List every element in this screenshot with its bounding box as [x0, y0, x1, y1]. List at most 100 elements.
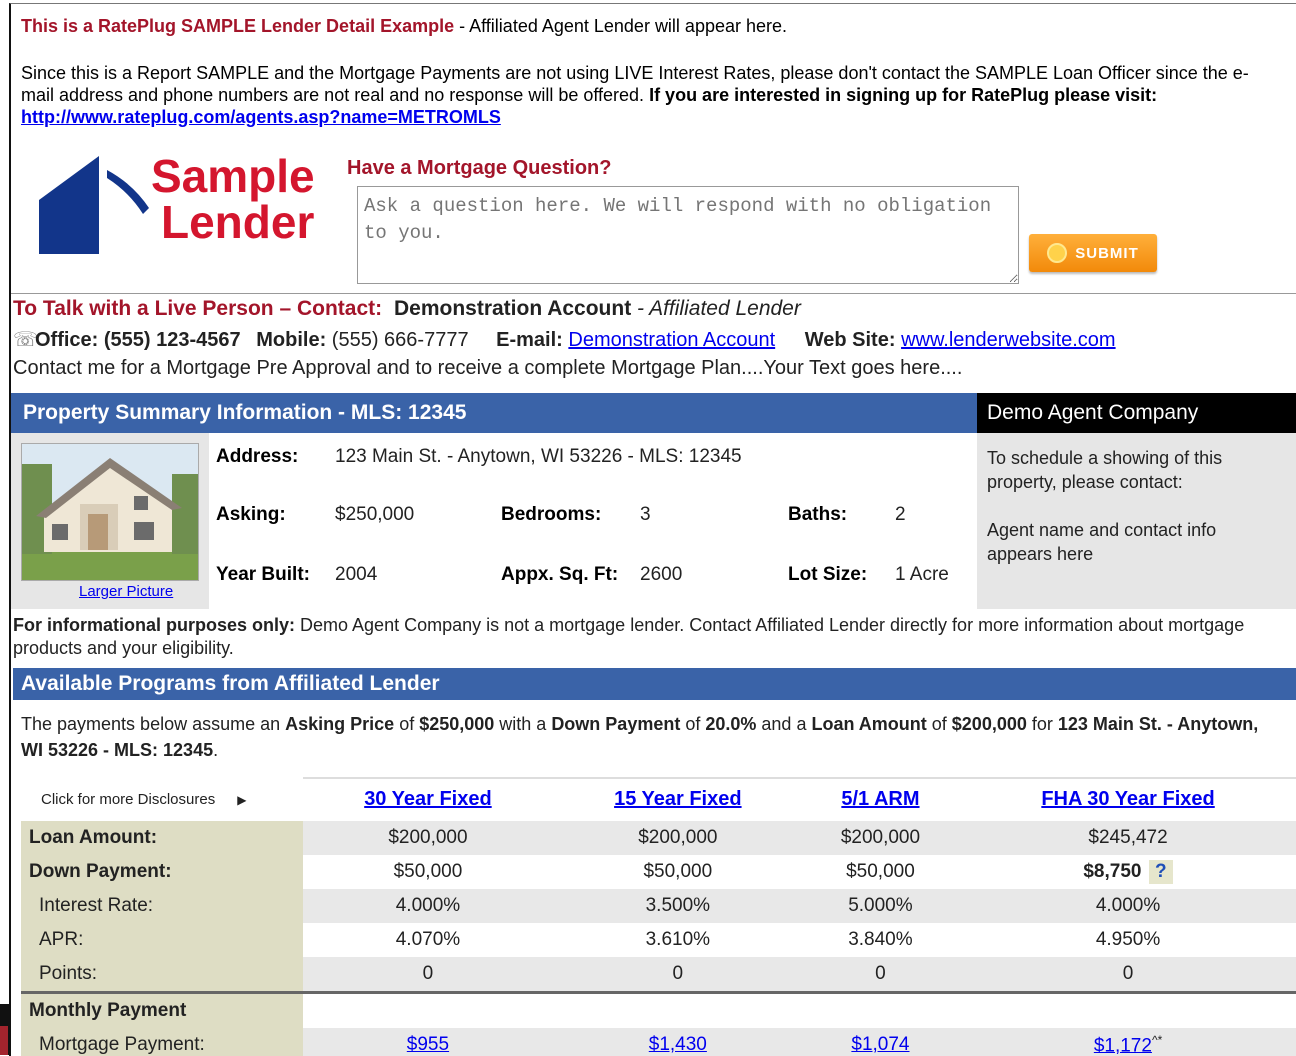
lender-detail-page: This is a RatePlug SAMPLE Lender Detail …: [9, 3, 1296, 1056]
asking-value: $250,000: [335, 504, 415, 525]
column-15-year-fixed[interactable]: 15 Year Fixed: [614, 788, 742, 810]
house-photo-icon: [22, 444, 198, 580]
agent-company-header: Demo Agent Company: [977, 393, 1296, 433]
loan-amount-label: Loan Amount:: [21, 821, 303, 855]
intro-segment: $250,000: [419, 714, 495, 734]
intro-segment: Loan Amount: [811, 714, 927, 734]
apr-30: 4.070%: [395, 929, 461, 950]
intro-segment: of: [680, 714, 706, 734]
disclosures-cell[interactable]: Click for more Disclosures ▶: [21, 777, 303, 821]
sample-lender-logo: Sample Lender: [37, 152, 337, 262]
larger-picture-link[interactable]: Larger Picture: [79, 583, 173, 600]
column-5-1-arm[interactable]: 5/1 ARM: [841, 788, 919, 810]
fha-footnote-mark: ^*: [1151, 1032, 1163, 1047]
mortgage-payment-30[interactable]: $955: [407, 1034, 449, 1055]
disclaimer-bold: For informational purposes only:: [13, 615, 296, 635]
apr-15: 3.610%: [645, 929, 711, 950]
contact-blurb: Contact me for a Mortgage Pre Approval a…: [13, 357, 963, 379]
programs-title: Available Programs from Affiliated Lende…: [21, 672, 440, 695]
column-fha-30-year-fixed[interactable]: FHA 30 Year Fixed: [1041, 788, 1214, 810]
table-row: Interest Rate: 4.000% 3.500% 5.000% 4.00…: [21, 889, 1296, 923]
loan-amount-arm: $200,000: [802, 821, 959, 855]
agent-company-name: Demo Agent Company: [987, 401, 1199, 424]
mortgage-payment-fha[interactable]: $1,172: [1094, 1035, 1152, 1056]
apr-fha: 4.950%: [1095, 929, 1161, 950]
monthly-header-row: Monthly Payment: [21, 992, 1296, 1028]
intro-segment: Down Payment: [551, 714, 681, 734]
asking-label: Asking:: [216, 504, 286, 525]
lot-size-label: Lot Size:: [788, 564, 868, 585]
table-header-row: Click for more Disclosures ▶ 30 Year Fixe…: [21, 777, 1296, 821]
down-payment-15: $50,000: [643, 861, 713, 882]
contact-heading: To Talk with a Live Person – Contact:: [13, 297, 383, 320]
intro-segment: with a: [494, 714, 552, 734]
loan-amount-fha: $245,472: [958, 821, 1296, 855]
baths-label: Baths:: [788, 504, 848, 525]
help-icon[interactable]: ?: [1148, 860, 1173, 884]
intro-segment: .: [213, 740, 219, 760]
down-payment-fha: $8,750: [1083, 861, 1142, 882]
down-payment-30: $50,000: [393, 861, 463, 882]
disclosures-label[interactable]: Click for more Disclosures: [41, 791, 215, 808]
sqft-value: 2600: [640, 564, 683, 585]
sample-notice-body: Since this is a Report SAMPLE and the Mo…: [21, 62, 1281, 128]
disclaimer: For informational purposes only: Demo Ag…: [13, 614, 1293, 660]
logo-line2: Lender: [161, 196, 315, 248]
notice-title-suffix: - Affiliated Agent Lender will appear he…: [454, 16, 788, 36]
down-payment-fha-cell: $8,750 ?: [958, 855, 1296, 889]
intro-segment: The payments below assume an: [21, 714, 286, 734]
table-row: Points: 0 0 0 0: [21, 957, 1296, 993]
agent-info-text: Agent name and contact info appears here: [987, 520, 1217, 564]
window-edge-accent: [0, 1026, 8, 1055]
chevron-right-icon: ▶: [237, 792, 247, 807]
mortgage-payment-label: Mortgage Payment:: [21, 1028, 303, 1056]
intro-segment: 20.0%: [705, 714, 757, 734]
contact-heading-row: To Talk with a Live Person – Contact: De…: [13, 297, 801, 321]
signup-link[interactable]: http://www.rateplug.com/agents.asp?name=…: [21, 107, 501, 127]
down-payment-label: Down Payment:: [21, 855, 303, 889]
column-30-year-fixed[interactable]: 30 Year Fixed: [364, 788, 492, 810]
contact-details-row: ☏Office: (555) 123-4567 Mobile: (555) 66…: [13, 327, 1116, 352]
agent-schedule-text: To schedule a showing of this property, …: [987, 448, 1223, 492]
apr-label: APR:: [21, 923, 303, 957]
programs-header: Available Programs from Affiliated Lende…: [13, 668, 1296, 700]
points-arm: 0: [802, 957, 959, 993]
table-row: Loan Amount: $200,000 $200,000 $200,000 …: [21, 821, 1296, 855]
question-input[interactable]: [357, 186, 1019, 284]
website-link[interactable]: www.lenderwebsite.com: [901, 329, 1116, 351]
intro-segment: $200,000: [951, 714, 1027, 734]
notice-title-text: This is a RatePlug SAMPLE Lender Detail …: [21, 16, 455, 36]
mobile-label: Mobile:: [256, 329, 327, 351]
interest-rate-fha: 4.000%: [958, 889, 1296, 923]
divider: [11, 293, 1296, 294]
year-built-value: 2004: [335, 564, 378, 585]
house-logo-icon: [39, 156, 149, 254]
email-link[interactable]: Demonstration Account: [568, 329, 775, 351]
points-fha: 0: [958, 957, 1296, 993]
submit-label: SUBMIT: [1075, 244, 1139, 262]
mortgage-payment-arm[interactable]: $1,074: [851, 1034, 909, 1055]
points-15: 0: [552, 957, 803, 993]
mortgage-payment-15[interactable]: $1,430: [649, 1034, 707, 1055]
interest-rate-label: Interest Rate:: [21, 889, 303, 923]
loan-amount-30: $200,000: [303, 821, 553, 855]
property-photo[interactable]: [21, 443, 199, 581]
address-value: 123 Main St. - Anytown, WI 53226 - MLS: …: [335, 446, 742, 467]
programs-intro: The payments below assume an Asking Pric…: [21, 711, 1261, 763]
email-label: E-mail:: [496, 329, 563, 351]
loan-amount-15: $200,000: [552, 821, 803, 855]
window-edge: [0, 1004, 9, 1055]
intro-segment: for: [1026, 714, 1058, 734]
year-built-label: Year Built:: [216, 564, 310, 585]
submit-icon: [1047, 243, 1068, 263]
address-label: Address:: [216, 446, 299, 467]
contact-name: Demonstration Account: [393, 297, 632, 320]
submit-button[interactable]: SUBMIT: [1029, 234, 1157, 272]
mobile-value: (555) 666-7777: [331, 329, 469, 351]
table-row: Down Payment: $50,000 $50,000 $50,000 $8…: [21, 855, 1296, 889]
programs-table: Click for more Disclosures ▶ 30 Year Fixe…: [21, 777, 1296, 1056]
interest-rate-30: 4.000%: [303, 889, 553, 923]
intro-segment: of: [926, 714, 952, 734]
bedrooms-value: 3: [640, 504, 651, 525]
down-payment-arm: $50,000: [846, 861, 915, 882]
